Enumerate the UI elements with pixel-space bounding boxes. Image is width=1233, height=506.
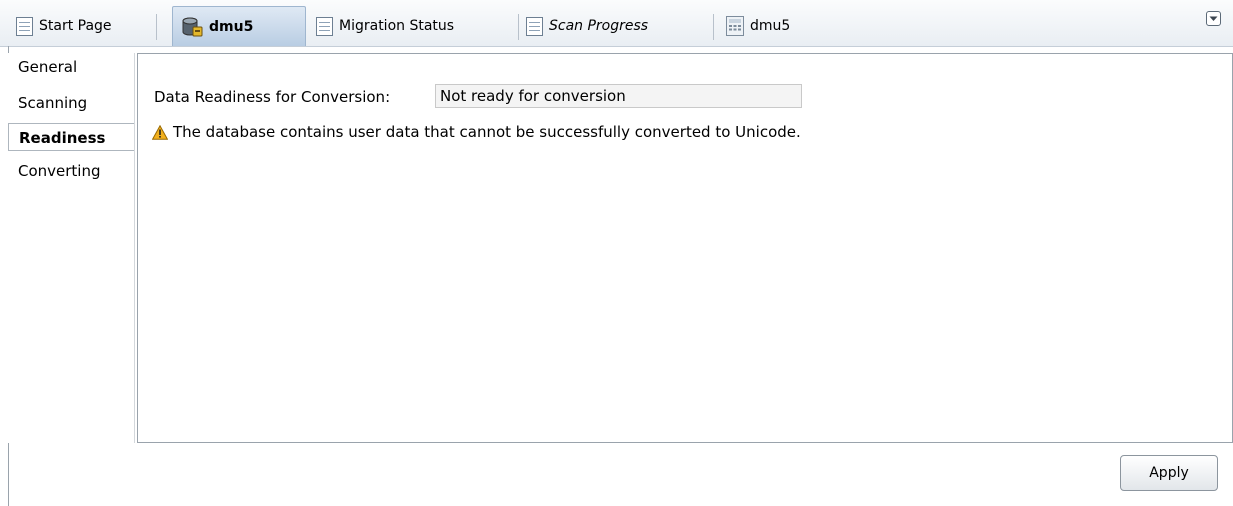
property-navigation: General Scanning Readiness Converting <box>8 53 135 443</box>
warning-icon <box>151 124 169 140</box>
nav-item-readiness[interactable]: Readiness <box>8 123 134 151</box>
tab-label: dmu5 <box>750 18 791 34</box>
tab-start-page[interactable]: Start Page <box>0 6 150 46</box>
nav-item-general[interactable]: General <box>8 53 134 81</box>
button-bar <box>9 443 1233 506</box>
readiness-label: Data Readiness for Conversion: <box>154 88 391 106</box>
nav-item-scanning[interactable]: Scanning <box>8 89 134 117</box>
tab-label: Scan Progress <box>549 18 649 34</box>
tab-dmu5-connection[interactable]: dmu5 <box>172 6 306 46</box>
readiness-panel: Data Readiness for Conversion: Not ready… <box>137 53 1233 443</box>
nav-item-converting[interactable]: Converting <box>8 157 134 185</box>
tab-list-dropdown-button[interactable] <box>1206 11 1221 26</box>
readiness-value-field: Not ready for conversion <box>435 84 802 108</box>
tab-separator <box>156 14 157 40</box>
apply-button[interactable]: Apply <box>1120 455 1218 491</box>
document-icon <box>316 16 333 36</box>
tab-label: dmu5 <box>209 18 254 35</box>
tab-label: Migration Status <box>339 18 455 34</box>
tab-dmu5-properties[interactable]: dmu5 <box>710 6 860 46</box>
chevron-down-icon <box>1209 11 1218 26</box>
editor-tab-bar: Start Page dmu5 Migration Status Scan Pr… <box>0 0 1233 47</box>
tab-label: Start Page <box>39 18 112 34</box>
tab-migration-status[interactable]: Migration Status <box>300 6 510 46</box>
tab-scan-progress[interactable]: Scan Progress <box>510 6 710 46</box>
calculator-icon <box>726 16 744 36</box>
warning-text: The database contains user data that can… <box>173 123 801 141</box>
document-icon <box>526 16 543 36</box>
database-connection-icon <box>181 16 203 38</box>
document-icon <box>16 16 33 36</box>
readiness-warning: The database contains user data that can… <box>151 123 801 141</box>
